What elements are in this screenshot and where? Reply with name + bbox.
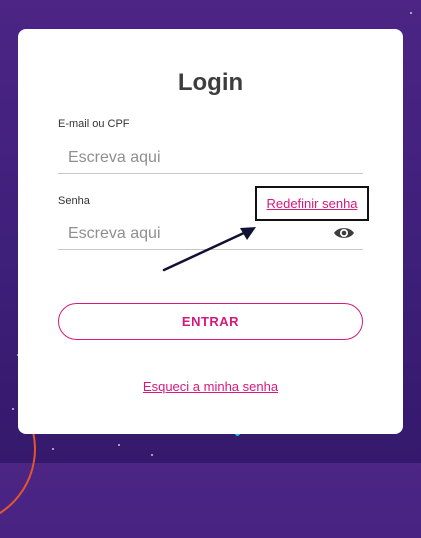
eye-icon[interactable] <box>333 226 355 240</box>
login-card: Login E-mail ou CPF Senha Redefinir senh… <box>18 29 403 434</box>
forgot-password-link[interactable]: Esqueci a minha senha <box>143 379 278 394</box>
annotation-arrow <box>162 227 256 272</box>
forgot-password-container: Esqueci a minha senha <box>18 378 403 396</box>
reset-password-link[interactable]: Redefinir senha <box>266 196 357 211</box>
decorative-star <box>118 444 120 446</box>
email-field[interactable] <box>58 142 363 174</box>
decorative-star <box>151 454 153 456</box>
password-label: Senha <box>58 195 90 207</box>
submit-button[interactable]: ENTRAR <box>58 303 363 340</box>
email-label: E-mail ou CPF <box>58 118 130 130</box>
decorative-star <box>12 408 14 410</box>
decorative-star <box>52 448 54 450</box>
page-title: Login <box>177 69 244 96</box>
reset-password-highlight: Redefinir senha <box>255 186 369 221</box>
decorative-star <box>410 12 412 14</box>
